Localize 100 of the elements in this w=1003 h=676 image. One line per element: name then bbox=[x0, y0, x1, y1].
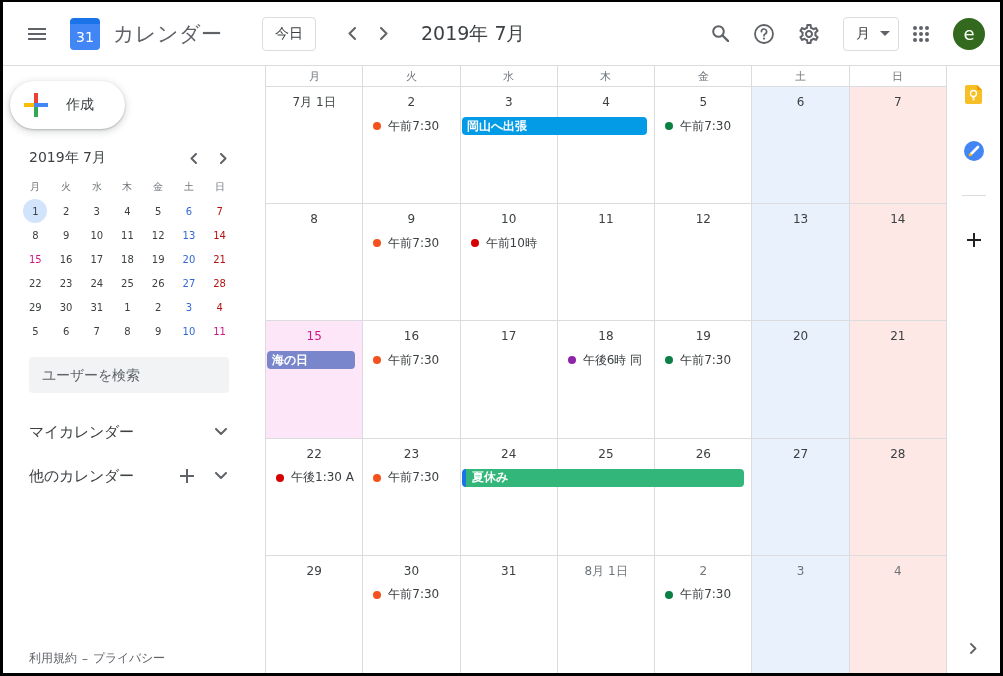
mini-calendar-day[interactable]: 21 bbox=[207, 247, 232, 271]
mini-calendar-day[interactable]: 22 bbox=[23, 271, 48, 295]
date-label[interactable]: 12 bbox=[695, 211, 711, 235]
event-item[interactable]: 午後1:30 A bbox=[266, 468, 363, 487]
create-button[interactable]: 作成 bbox=[10, 81, 125, 129]
apps-icon[interactable] bbox=[913, 25, 929, 42]
date-label[interactable]: 30 bbox=[403, 562, 420, 586]
mini-calendar-day[interactable]: 13 bbox=[176, 223, 201, 247]
mini-calendar-day[interactable]: 18 bbox=[115, 247, 140, 271]
date-label[interactable]: 3 bbox=[504, 94, 513, 117]
mini-calendar-day[interactable]: 19 bbox=[146, 247, 171, 271]
date-label[interactable]: 13 bbox=[792, 211, 809, 235]
mini-calendar-day[interactable]: 1 bbox=[115, 295, 140, 319]
mini-calendar-day[interactable]: 5 bbox=[146, 199, 171, 223]
event-item[interactable]: 午前7:30 bbox=[363, 234, 460, 253]
date-label[interactable]: 4 bbox=[602, 94, 610, 117]
date-label[interactable]: 31 bbox=[501, 562, 517, 586]
mini-calendar-day[interactable]: 9 bbox=[54, 223, 79, 247]
event-item[interactable]: 午前10時 bbox=[460, 234, 557, 253]
search-field[interactable]: ユーザーを検索 bbox=[29, 357, 229, 393]
mini-calendar-day[interactable]: 2 bbox=[146, 295, 171, 319]
mini-calendar-day[interactable]: 1 bbox=[23, 199, 48, 223]
date-label[interactable]: 21 bbox=[890, 328, 906, 352]
date-label[interactable]: 26 bbox=[695, 445, 711, 469]
chevron-left-icon[interactable] bbox=[348, 27, 356, 40]
chevron-right-icon[interactable] bbox=[970, 643, 977, 654]
mini-calendar-day[interactable]: 20 bbox=[176, 247, 201, 271]
date-label[interactable]: 28 bbox=[890, 445, 906, 469]
date-label[interactable]: 15 bbox=[306, 328, 322, 352]
pencil-icon[interactable] bbox=[963, 141, 984, 161]
mini-calendar-day[interactable]: 17 bbox=[84, 247, 109, 271]
date-label[interactable]: 10 bbox=[501, 211, 517, 235]
date-label[interactable]: 29 bbox=[306, 562, 322, 586]
event-item[interactable]: 午後6時 同 bbox=[557, 351, 655, 370]
event-item[interactable]: 午前7:30 bbox=[363, 585, 460, 604]
event-item[interactable]: 午前7:30 bbox=[363, 351, 460, 370]
date-label[interactable]: 7月 1日 bbox=[292, 94, 336, 117]
mini-calendar-day[interactable]: 16 bbox=[54, 247, 79, 271]
mini-calendar-day[interactable]: 2 bbox=[54, 199, 79, 223]
date-label[interactable]: 20 bbox=[792, 328, 809, 352]
chevron-down-icon[interactable] bbox=[215, 472, 227, 480]
view-selector[interactable]: 月 bbox=[843, 16, 899, 51]
mini-calendar-day[interactable]: 10 bbox=[176, 319, 201, 343]
date-label[interactable]: 14 bbox=[890, 211, 906, 235]
mini-calendar-day[interactable]: 9 bbox=[146, 319, 171, 343]
date-label[interactable]: 5 bbox=[699, 94, 708, 117]
mini-calendar-day[interactable]: 11 bbox=[207, 319, 232, 343]
mini-calendar-day[interactable]: 6 bbox=[54, 319, 79, 343]
mini-calendar-day[interactable]: 4 bbox=[115, 199, 140, 223]
date-label[interactable]: 24 bbox=[501, 445, 517, 469]
mini-calendar-day[interactable]: 31 bbox=[84, 295, 109, 319]
chevron-left-icon[interactable] bbox=[190, 152, 197, 164]
date-label[interactable]: 9 bbox=[407, 211, 416, 235]
mini-calendar-day[interactable]: 5 bbox=[23, 319, 48, 343]
date-label[interactable]: 8月 1日 bbox=[584, 562, 628, 586]
chevron-right-icon[interactable] bbox=[380, 27, 388, 40]
mini-calendar-day[interactable]: 7 bbox=[84, 319, 109, 343]
mini-calendar-day[interactable]: 24 bbox=[84, 271, 109, 295]
date-label[interactable]: 23 bbox=[403, 445, 420, 469]
event-item[interactable]: 午前7:30 bbox=[655, 351, 752, 370]
mini-calendar-day[interactable]: 25 bbox=[115, 271, 140, 295]
mini-calendar-day[interactable]: 28 bbox=[207, 271, 232, 295]
date-label[interactable]: 8 bbox=[310, 211, 318, 235]
plus-icon[interactable] bbox=[180, 469, 194, 483]
date-label[interactable]: 7 bbox=[894, 94, 902, 117]
privacy-link[interactable]: プライバシー bbox=[93, 650, 165, 667]
date-label[interactable]: 17 bbox=[501, 328, 517, 352]
date-label[interactable]: 27 bbox=[792, 445, 809, 469]
date-label[interactable]: 16 bbox=[403, 328, 420, 352]
event-item[interactable]: 午前7:30 bbox=[363, 117, 460, 135]
date-label[interactable]: 2 bbox=[407, 94, 416, 117]
mini-calendar-day[interactable]: 26 bbox=[146, 271, 171, 295]
date-label[interactable]: 18 bbox=[598, 328, 614, 352]
mini-calendar-day[interactable]: 30 bbox=[54, 295, 79, 319]
date-label[interactable]: 22 bbox=[306, 445, 322, 469]
event-item[interactable]: 午前7:30 bbox=[363, 468, 460, 487]
mini-calendar-day[interactable]: 8 bbox=[23, 223, 48, 247]
avatar[interactable]: e bbox=[953, 17, 985, 50]
event-item[interactable]: 午前7:30 bbox=[655, 117, 752, 135]
menu-icon[interactable] bbox=[28, 27, 46, 40]
mini-calendar-day[interactable]: 12 bbox=[146, 223, 171, 247]
date-label[interactable]: 25 bbox=[598, 445, 614, 469]
mini-calendar-day[interactable]: 7 bbox=[207, 199, 232, 223]
mini-calendar-day[interactable]: 3 bbox=[84, 199, 109, 223]
mini-calendar-day[interactable]: 11 bbox=[115, 223, 140, 247]
mini-calendar-day[interactable]: 23 bbox=[54, 271, 79, 295]
date-label[interactable]: 6 bbox=[796, 94, 805, 117]
date-label[interactable]: 19 bbox=[695, 328, 711, 352]
mini-calendar-day[interactable]: 15 bbox=[23, 247, 48, 271]
terms-link[interactable]: 利用規約 bbox=[29, 650, 77, 667]
date-label[interactable]: 11 bbox=[598, 211, 614, 235]
plus-icon[interactable] bbox=[966, 233, 981, 247]
event-item[interactable]: 午前7:30 bbox=[655, 585, 752, 604]
mini-calendar-day[interactable]: 27 bbox=[176, 271, 201, 295]
chevron-right-icon[interactable] bbox=[220, 152, 227, 164]
chevron-down-icon[interactable] bbox=[215, 428, 227, 436]
mini-calendar-day[interactable]: 4 bbox=[207, 295, 232, 319]
mini-calendar-day[interactable]: 3 bbox=[176, 295, 201, 319]
search-icon[interactable] bbox=[712, 25, 729, 42]
today-button[interactable]: 今日 bbox=[262, 16, 316, 51]
